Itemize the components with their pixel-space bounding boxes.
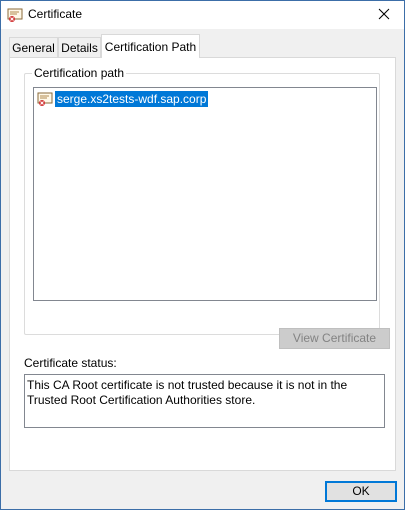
certification-path-group: Certification path serge.xs2tests-wdf.sa… — [24, 66, 390, 349]
certificate-status-label: Certificate status: — [24, 356, 117, 370]
certification-path-label: Certification path — [32, 66, 127, 80]
tab-general[interactable]: General — [9, 37, 58, 57]
certificate-status-text[interactable]: This CA Root certificate is not trusted … — [24, 374, 385, 428]
tab-details[interactable]: Details — [58, 37, 101, 57]
tree-item-label: serge.xs2tests-wdf.sap.corp — [55, 91, 209, 107]
close-button[interactable] — [364, 1, 404, 29]
certificate-icon — [7, 7, 23, 23]
window-title: Certificate — [28, 7, 83, 21]
certification-path-tree[interactable]: serge.xs2tests-wdf.sap.corp — [33, 87, 377, 301]
close-icon — [378, 8, 390, 23]
view-certificate-button[interactable]: View Certificate — [279, 328, 390, 349]
tree-item[interactable]: serge.xs2tests-wdf.sap.corp — [37, 91, 209, 107]
certificate-error-icon — [37, 91, 53, 107]
tab-certification-path[interactable]: Certification Path — [101, 34, 200, 58]
title-bar: Certificate — [1, 1, 404, 29]
tab-panel: Certification path serge.xs2tests-wdf.sa… — [9, 57, 396, 471]
certificate-dialog: Certificate General Details Certificatio… — [0, 0, 405, 510]
ok-button[interactable]: OK — [325, 481, 397, 502]
